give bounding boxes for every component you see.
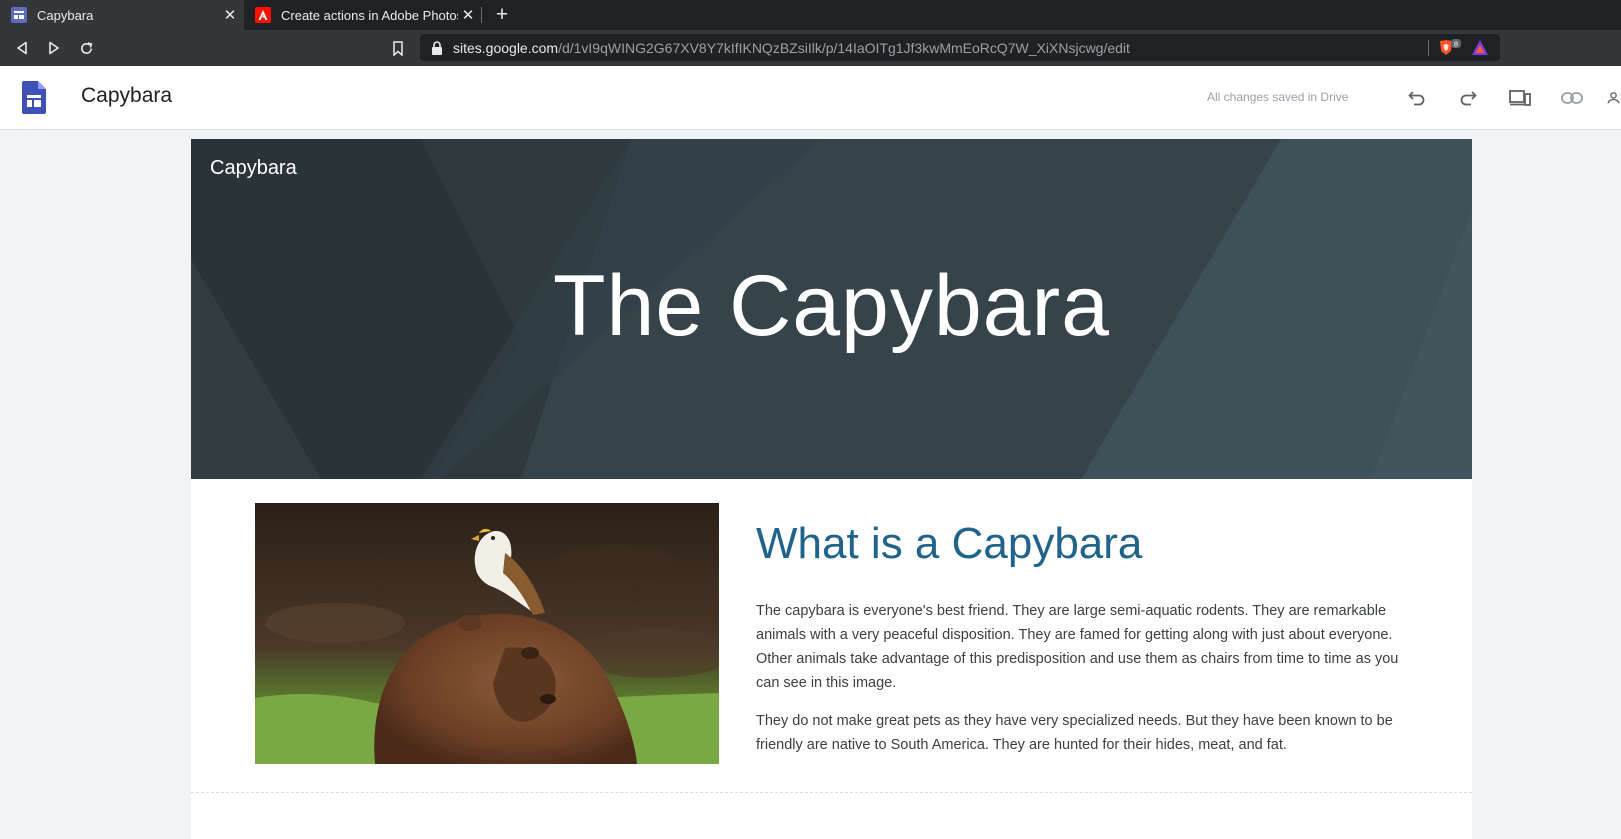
tab-capybara[interactable]: Capybara ✕: [0, 0, 244, 30]
url-path: /d/1vI9qWING2G67XV8Y7kIfIKNQzBZsiIlk/p/1…: [558, 39, 1130, 56]
editor-header: Capybara All changes saved in Drive: [0, 66, 1621, 130]
tab-title: Capybara: [37, 7, 94, 23]
tab-divider: [481, 7, 482, 23]
address-bar[interactable]: sites.google.com/d/1vI9qWING2G67XV8Y7kIf…: [420, 34, 1500, 61]
lock-icon: [432, 40, 442, 55]
new-tab-plus-icon[interactable]: +: [490, 3, 514, 27]
reload-icon[interactable]: [74, 36, 98, 60]
google-sites-favicon-icon: [11, 7, 27, 23]
section-heading[interactable]: What is a Capybara: [756, 519, 1142, 569]
document-title[interactable]: Capybara: [81, 84, 172, 108]
extension-badge-count: 8: [1454, 40, 1458, 49]
close-tab-icon[interactable]: ✕: [220, 6, 240, 24]
share-person-icon[interactable]: [1606, 86, 1621, 110]
header-banner[interactable]: Capybara The Capybara: [191, 139, 1472, 479]
capybara-with-bird-image[interactable]: [255, 503, 719, 764]
brave-rewards-icon[interactable]: [1471, 39, 1489, 56]
banner-title[interactable]: The Capybara: [191, 257, 1472, 356]
undo-icon[interactable]: [1405, 86, 1429, 110]
bookmark-icon[interactable]: [386, 36, 410, 60]
url-host: sites.google.com: [453, 39, 559, 56]
close-tab-icon[interactable]: ✕: [458, 6, 478, 24]
link-icon[interactable]: [1560, 86, 1584, 110]
tab-adobe-photoshop[interactable]: Create actions in Adobe Photoshop ✕: [244, 0, 482, 30]
brave-shields-icon[interactable]: 8: [1438, 39, 1462, 57]
url-text: sites.google.com/d/1vI9qWING2G67XV8Y7kIf…: [453, 40, 1130, 56]
adobe-favicon-icon: [255, 7, 271, 23]
browser-toolbar: sites.google.com/d/1vI9qWING2G67XV8Y7kIf…: [0, 30, 1621, 66]
google-sites-logo-icon[interactable]: [22, 81, 46, 114]
extension-divider: [1428, 40, 1429, 56]
back-icon[interactable]: [10, 36, 34, 60]
body-paragraph-2[interactable]: They do not make great pets as they have…: [756, 709, 1401, 757]
site-page-canvas: Capybara The Capybara What is a Capybara…: [191, 139, 1472, 839]
redo-icon[interactable]: [1456, 86, 1480, 110]
save-status: All changes saved in Drive: [1207, 90, 1349, 104]
body-paragraph-1[interactable]: The capybara is everyone's best friend. …: [756, 599, 1401, 695]
section-divider: [191, 792, 1472, 793]
tab-title: Create actions in Adobe Photoshop: [281, 7, 458, 23]
forward-icon[interactable]: [42, 36, 66, 60]
preview-devices-icon[interactable]: [1508, 86, 1532, 110]
site-name[interactable]: Capybara: [210, 157, 297, 180]
browser-tab-strip: Capybara ✕ Create actions in Adobe Photo…: [0, 0, 1621, 30]
